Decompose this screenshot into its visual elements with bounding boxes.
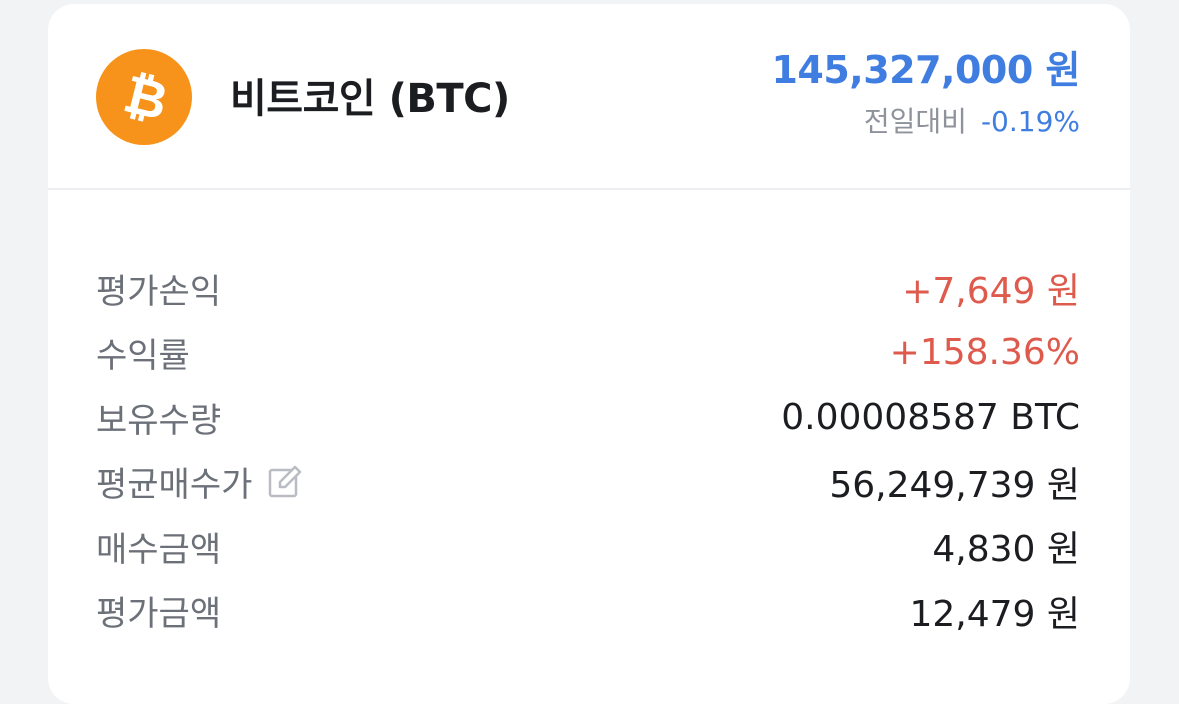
detail-row-return-rate: 수익률 +158.36% [96,321,1080,386]
coin-name: 비트코인 (BTC) [230,76,510,122]
daily-change: 전일대비 -0.19% [771,100,1080,140]
avg-price-value: 56,249,739 원 [829,464,1080,506]
pnl-label: 평가손익 [96,271,222,312]
coin-header[interactable]: ₿ 비트코인 (BTC) 145,327,000 원 전일대비 -0.19% [48,4,1130,190]
detail-row-eval-amount: 평가금액 12,479 원 [96,579,1080,644]
detail-row-holdings: 보유수량 0.00008587 BTC [96,385,1080,450]
daily-change-label: 전일대비 [863,104,967,138]
edit-icon[interactable] [266,463,304,501]
detail-list: 평가손익 +7,649 원 수익률 +158.36% 보유수량 0.000085… [96,256,1080,643]
return-rate-value: +158.36% [889,332,1080,374]
eval-amount-value: 12,479 원 [909,593,1080,635]
pnl-value: +7,649 원 [902,271,1080,313]
holdings-label: 보유수량 [96,400,222,441]
asset-card: ₿ 비트코인 (BTC) 145,327,000 원 전일대비 -0.19% 평가… [48,4,1130,704]
buy-amount-value: 4,830 원 [932,529,1080,571]
avg-price-label: 평균매수가 [96,465,253,506]
price-block: 145,327,000 원 전일대비 -0.19% [771,48,1080,140]
holdings-value: 0.00008587 BTC [781,396,1080,438]
bitcoin-icon: ₿ [96,49,192,145]
detail-row-buy-amount: 매수금액 4,830 원 [96,514,1080,579]
detail-row-pnl: 평가손익 +7,649 원 [96,256,1080,321]
eval-amount-label: 평가금액 [96,594,222,635]
daily-change-value: -0.19% [980,104,1080,138]
return-rate-label: 수익률 [96,336,190,377]
current-price: 145,327,000 원 [771,48,1080,92]
detail-row-avg-price: 평균매수가 56,249,739 원 [96,450,1080,515]
avg-price-label-group: 평균매수가 [96,457,304,506]
buy-amount-label: 매수금액 [96,529,222,570]
